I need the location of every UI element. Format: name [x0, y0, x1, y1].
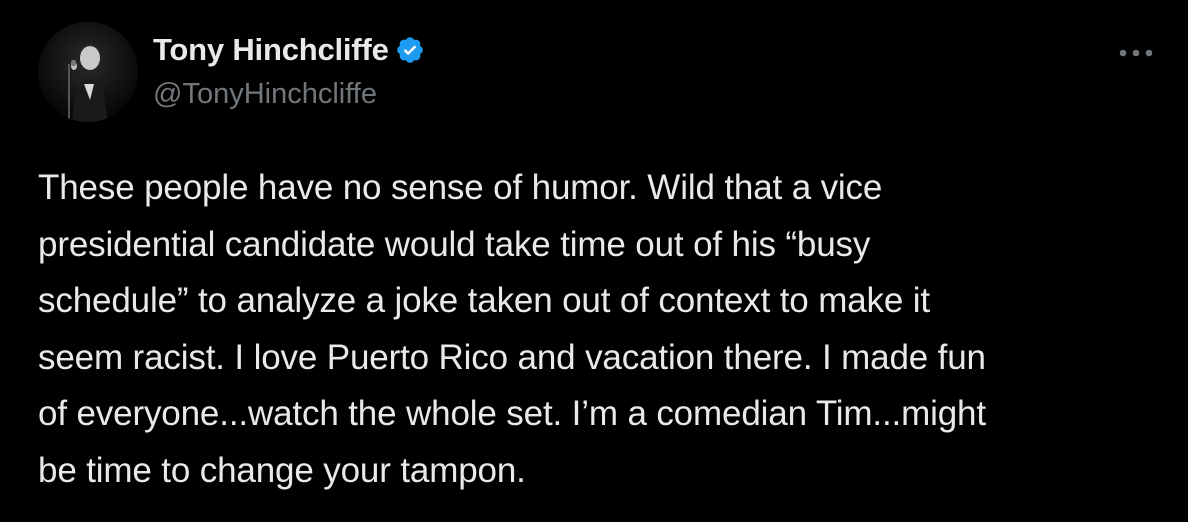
verified-badge-icon[interactable]	[395, 35, 425, 65]
author-handle[interactable]: @TonyHinchcliffe	[153, 78, 425, 111]
tweet-text-line: of everyone...watch the whole set. I’m a…	[38, 394, 986, 433]
avatar-photo	[38, 22, 138, 122]
tweet-text-line: schedule” to analyze a joke taken out of…	[38, 281, 930, 320]
name-row: Tony Hinchcliffe	[153, 28, 425, 72]
author-info: Tony Hinchcliffe @TonyHinchcliffe	[153, 28, 425, 111]
tweet-text: These people have no sense of humor. Wil…	[38, 160, 1168, 499]
tweet-card: Tony Hinchcliffe @TonyHinchcliffe These …	[0, 0, 1188, 522]
more-options-button[interactable]	[1114, 36, 1158, 70]
tweet-text-line: presidential candidate would take time o…	[38, 224, 871, 264]
display-name[interactable]: Tony Hinchcliffe	[153, 32, 389, 68]
tweet-text-line: seem racist. I love Puerto Rico and vaca…	[38, 337, 986, 377]
avatar[interactable]	[38, 22, 138, 122]
more-options-icon	[1119, 49, 1153, 57]
tweet-text-line: be time to change your tampon.	[38, 450, 526, 490]
tweet-text-line: These people have no sense of humor. Wil…	[38, 168, 883, 207]
